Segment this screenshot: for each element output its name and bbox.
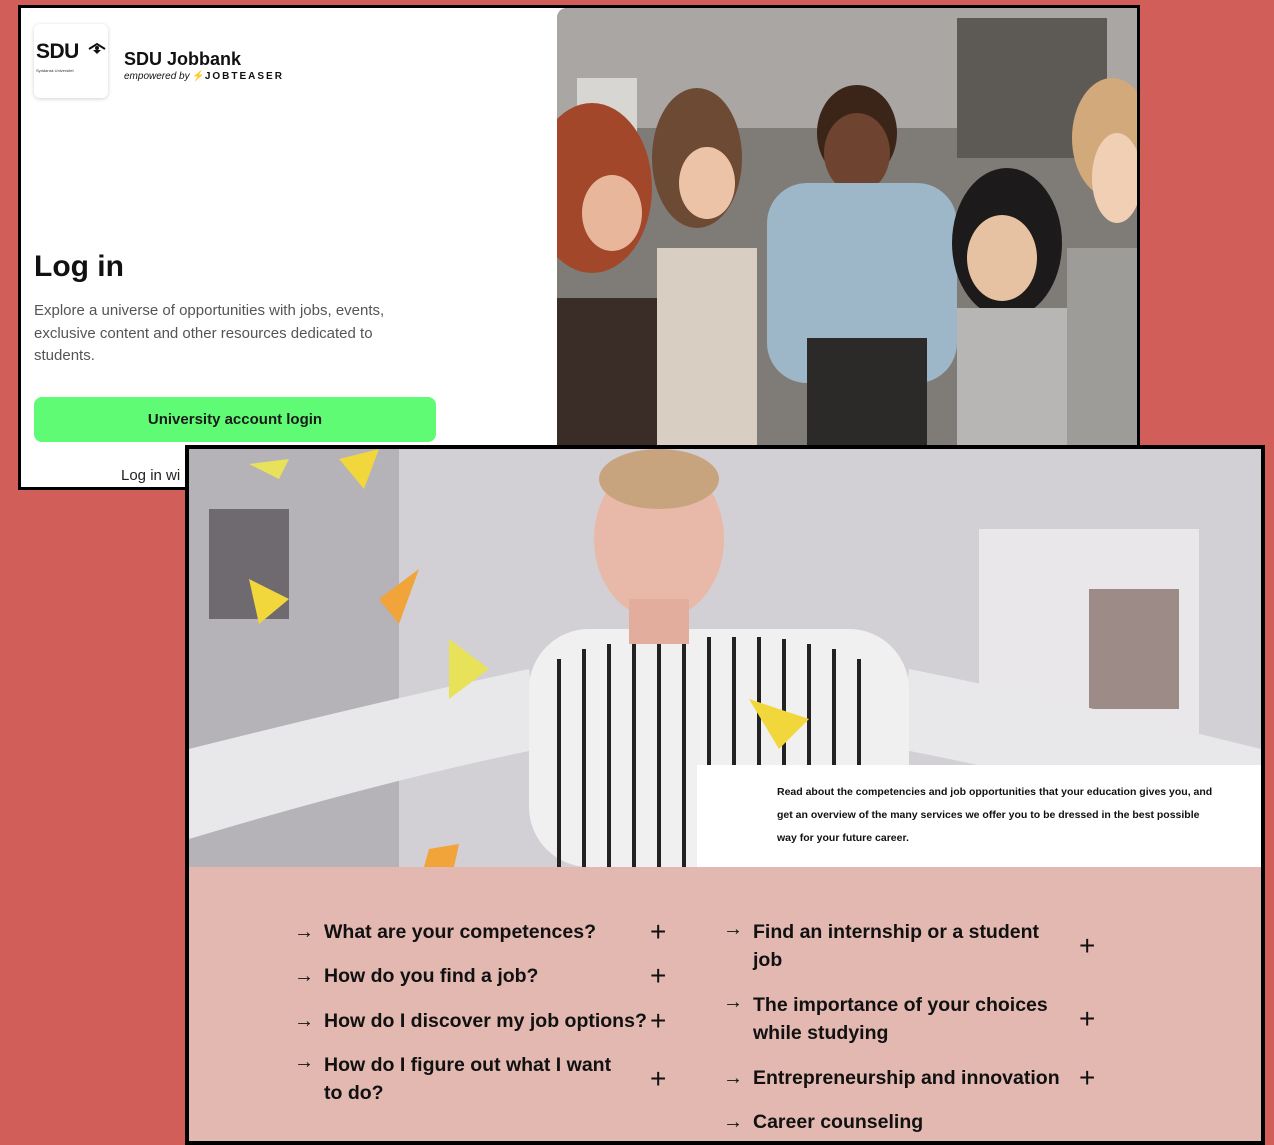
hero-photo: Read about the competencies and job oppo… (189, 449, 1261, 867)
accordion-label: How do I discover my job options? (324, 1010, 647, 1032)
sdu-bird-icon (88, 42, 106, 54)
accordion-item-what-to-do[interactable]: → How do I figure out what I want to do?… (294, 1051, 666, 1107)
accordion-label: Career counseling (753, 1111, 924, 1133)
accordion-item-career-counseling[interactable]: → Career counseling (723, 1108, 1103, 1136)
accordion-item-entrepreneurship[interactable]: → Entrepreneurship and innovation + (723, 1064, 1103, 1092)
plus-icon[interactable]: + (650, 918, 666, 946)
accordion-item-competences[interactable]: → What are your competences? + (294, 918, 674, 946)
plus-icon[interactable]: + (650, 1065, 666, 1093)
university-login-button[interactable]: University account login (34, 397, 436, 442)
app-subtitle: empowered by ⚡JOBTEASER (124, 71, 284, 82)
students-photo-illustration (557, 8, 1137, 487)
arrow-right-icon: → (294, 964, 314, 987)
arrow-right-icon: → (294, 1009, 314, 1032)
arrow-right-icon: → (294, 920, 314, 943)
login-description: Explore a universe of opportunities with… (34, 302, 385, 364)
alternative-login-link[interactable]: Log in wi (121, 467, 180, 484)
accordion-label: How do you find a job? (324, 965, 539, 987)
page-title: Log in (34, 250, 124, 283)
intro-text: Read about the competencies and job oppo… (777, 786, 1213, 844)
arrow-right-icon: → (294, 1051, 314, 1073)
arrow-right-icon: → (723, 991, 743, 1013)
accordion-label: The importance of your choices while stu… (753, 994, 1048, 1044)
students-group-photo (557, 8, 1137, 487)
plus-icon[interactable]: + (650, 1007, 666, 1035)
accordion-label: Entrepreneurship and innovation (753, 1067, 1060, 1089)
accordion-item-find-job[interactable]: → How do you find a job? + (294, 962, 674, 990)
sdu-logo-text: SDU (36, 40, 79, 63)
accordion-label: Find an internship or a student job (753, 921, 1040, 971)
plus-icon[interactable]: + (1079, 1005, 1095, 1033)
jobteaser-icon: ⚡ (192, 71, 205, 82)
arrow-right-icon: → (723, 1110, 743, 1133)
career-window: Read about the competencies and job oppo… (185, 445, 1265, 1145)
sdu-logo: SDU Syddansk Universitet (34, 24, 108, 98)
login-window: SDU Syddansk Universitet SDU Jobbank emp… (18, 5, 1140, 490)
sdu-logo-subtext: Syddansk Universitet (36, 68, 74, 73)
accordion-label: How do I figure out what I want to do? (324, 1054, 612, 1104)
accordion-item-choices[interactable]: → The importance of your choices while s… (723, 991, 1095, 1047)
app-title: SDU Jobbank (124, 49, 242, 69)
accordion-label: What are your competences? (324, 921, 596, 943)
plus-icon[interactable]: + (1079, 1064, 1095, 1092)
accordion-item-job-options[interactable]: → How do I discover my job options? + (294, 1007, 674, 1035)
intro-card: Read about the competencies and job oppo… (697, 765, 1261, 867)
plus-icon[interactable]: + (1079, 932, 1095, 960)
app-subtitle-brand: JOBTEASER (204, 71, 284, 82)
arrow-right-icon: → (723, 1066, 743, 1089)
app-subtitle-prefix: empowered by (124, 71, 190, 82)
arrow-right-icon: → (723, 918, 743, 940)
accordion-item-internship[interactable]: → Find an internship or a student job + (723, 918, 1095, 974)
plus-icon[interactable]: + (650, 962, 666, 990)
